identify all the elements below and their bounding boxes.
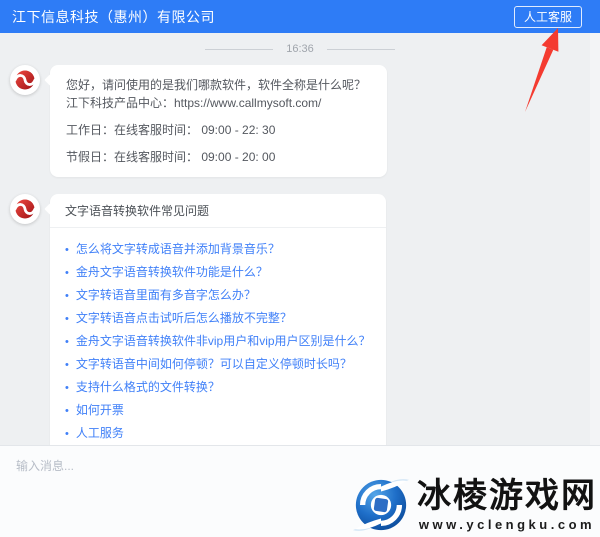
window-header: 江下信息科技（惠州）有限公司 人工客服 <box>0 0 600 33</box>
message-bubble: 您好，请问使用的是我们哪款软件，软件全称是什么呢？江下科技产品中心：https:… <box>50 65 387 177</box>
site-url: www.yclengku.com <box>418 517 596 533</box>
site-watermark: 冰棱游戏网 www.yclengku.com <box>352 476 597 534</box>
chat-history: 16:36 您好，请问使用的是我们哪款软件，软件全称是什么呢？江下科技产品中心：… <box>0 33 600 445</box>
jiangxia-logo-icon <box>13 199 37 219</box>
faq-link[interactable]: 文字转语音点击试听后怎么播放不完整？ <box>65 310 371 328</box>
scrollbar-track[interactable] <box>590 33 600 445</box>
faq-link[interactable]: 金舟文字语音转换软件非vip用户和vip用户区别是什么？ <box>65 333 371 351</box>
faq-link[interactable]: 支持什么格式的文件转换？ <box>65 379 371 397</box>
holiday-hours-text: 节假日：在线客服时间： 09:00 - 20: 00 <box>66 150 276 164</box>
faq-link[interactable]: 文字转语音里面有多音字怎么办？ <box>65 287 371 305</box>
jiangxia-logo-icon <box>13 70 37 90</box>
yclengku-logo-icon <box>352 479 410 531</box>
faq-link[interactable]: 怎么将文字转成语音并添加背景音乐？ <box>65 241 371 259</box>
agent-message: 文字语音转换软件常见问题 怎么将文字转成语音并添加背景音乐？ 金舟文字语音转换软件… <box>10 194 590 445</box>
timestamp: 16:36 <box>10 43 590 55</box>
faq-link[interactable]: 金舟文字语音转换软件功能是什么？ <box>65 264 371 282</box>
faq-title: 文字语音转换软件常见问题 <box>65 204 210 218</box>
agent-avatar <box>10 65 40 95</box>
faq-link[interactable]: 如何开票 <box>65 402 371 420</box>
faq-link[interactable]: 人工服务 <box>65 425 371 443</box>
watermark-text: 冰棱游戏网 www.yclengku.com <box>417 475 597 533</box>
company-title: 江下信息科技（惠州）有限公司 <box>12 8 215 25</box>
faq-bubble: 文字语音转换软件常见问题 怎么将文字转成语音并添加背景音乐？ 金舟文字语音转换软件… <box>50 194 386 445</box>
chat-window: 江下信息科技（惠州）有限公司 人工客服 16:36 您好，请问使用的是我们哪款软… <box>0 0 600 537</box>
faq-link[interactable]: 文字转语音中间如何停顿？可以自定义停顿时长吗？ <box>65 356 371 374</box>
site-name: 冰棱游戏网 <box>417 475 597 516</box>
greeting-text: 您好，请问使用的是我们哪款软件，软件全称是什么呢？江下科技产品中心：https:… <box>66 78 367 110</box>
faq-list: 怎么将文字转成语音并添加背景音乐？ 金舟文字语音转换软件功能是什么？ 文字转语音里面… <box>50 228 386 445</box>
workday-hours-text: 工作日：在线客服时间： 09:00 - 22: 30 <box>66 123 276 137</box>
agent-message: 您好，请问使用的是我们哪款软件，软件全称是什么呢？江下科技产品中心：https:… <box>10 65 590 177</box>
agent-avatar <box>10 194 40 224</box>
human-agent-button[interactable]: 人工客服 <box>513 5 582 28</box>
